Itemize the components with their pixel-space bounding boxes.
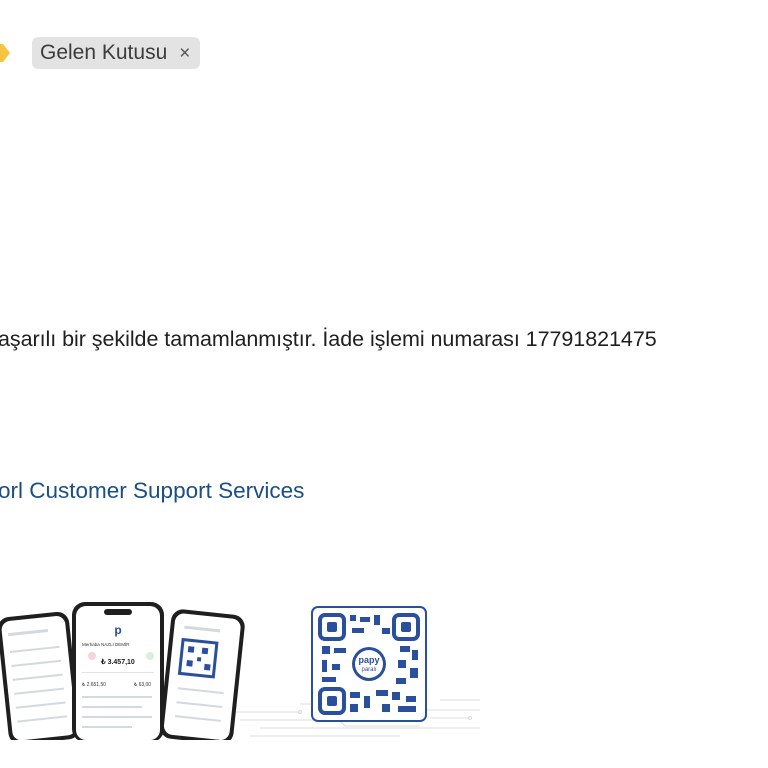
email-signature: orl Customer Support Services	[0, 478, 305, 503]
phone-right-icon	[159, 609, 245, 740]
center-phone-small-2: ₺ 63,00	[134, 682, 151, 688]
remove-label-close-icon[interactable]: ×	[179, 44, 190, 63]
label-chip-text: Gelen Kutusu	[40, 41, 168, 64]
center-phone-greeting: Merhaba NAZLI DEMİR	[82, 641, 130, 647]
qr-code-card: papy paralı	[311, 606, 427, 722]
phone-center-icon: p Merhaba NAZLI DEMİR ₺ 3.457,10 ₺ 2.651…	[72, 602, 164, 740]
phone-left-icon	[0, 611, 81, 740]
center-phone-small-1: ₺ 2.651,50	[82, 682, 106, 688]
label-tag-icon	[0, 44, 10, 62]
promo-banner-image: p Merhaba NAZLI DEMİR ₺ 3.457,10 ₺ 2.651…	[0, 602, 480, 740]
center-phone-balance: ₺ 3.457,10	[100, 658, 135, 666]
email-body-refund-text: aşarılı bir şekilde tamamlanmıştır. İade…	[0, 327, 657, 351]
svg-text:p: p	[114, 623, 121, 637]
qr-logo-subtext: paralı	[361, 667, 376, 673]
qr-logo-text: papy	[358, 655, 379, 665]
label-chip-inbox[interactable]: Gelen Kutusu ×	[32, 37, 201, 69]
